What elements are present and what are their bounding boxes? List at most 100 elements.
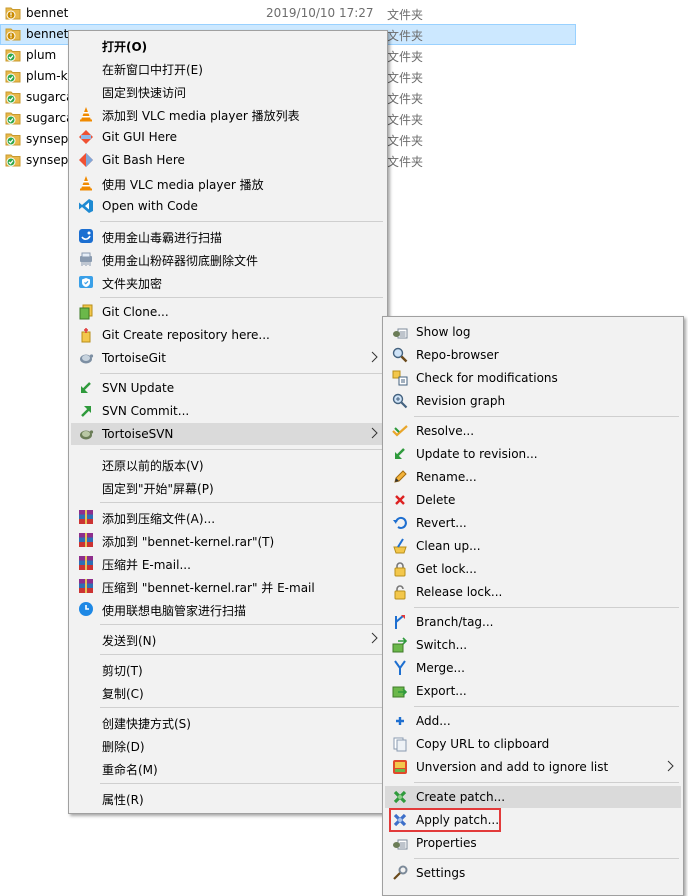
menu-item-properties[interactable]: 属性(R) — [71, 787, 385, 809]
file-type: 文件夹 — [387, 155, 424, 169]
menu-item-add[interactable]: Add... — [385, 710, 681, 732]
menu-item-check-modifications[interactable]: Check for modifications — [385, 367, 681, 389]
menu-item-create-patch[interactable]: Create patch... — [385, 786, 681, 808]
menu-item-label: 使用金山粉碎器彻底删除文件 — [102, 254, 259, 268]
menu-item-compress-rar-email[interactable]: 压缩到 "bennet-kernel.rar" 并 E-mail — [71, 575, 385, 597]
menu-item-label: Clean up... — [416, 539, 481, 553]
branch-tag-icon — [395, 615, 405, 629]
menu-item-label: 创建快捷方式(S) — [102, 717, 191, 731]
menu-item-lenovo-scan[interactable]: 使用联想电脑管家进行扫描 — [71, 598, 385, 620]
menu-item-label: 复制(C) — [102, 687, 144, 701]
menu-item-label: Show log — [416, 325, 471, 339]
menu-item-settings[interactable]: Settings — [385, 862, 681, 884]
winrar-icon — [79, 533, 93, 547]
menu-item-vlc-play[interactable]: 使用 VLC media player 播放 — [71, 172, 385, 194]
menu-item-label: 删除(D) — [102, 740, 145, 754]
switch-icon — [392, 637, 408, 653]
menu-item-restore-versions[interactable]: 还原以前的版本(V) — [71, 453, 385, 475]
menu-item-label: Open with Code — [102, 199, 198, 213]
menu-item-branch-tag[interactable]: Branch/tag... — [385, 611, 681, 633]
menu-item-revision-graph[interactable]: Revision graph — [385, 390, 681, 412]
menu-item-pin-quick-access[interactable]: 固定到快速访问 — [71, 80, 385, 102]
menu-item-rename[interactable]: Rename... — [385, 466, 681, 488]
menu-item-copy[interactable]: 复制(C) — [71, 681, 385, 703]
menu-item-rename[interactable]: 重命名(M) — [71, 757, 385, 779]
menu-item-label: Copy URL to clipboard — [416, 737, 550, 751]
menu-item-add-archive[interactable]: 添加到压缩文件(A)... — [71, 506, 385, 528]
menu-item-label: Get lock... — [416, 562, 477, 576]
menu-item-clean-up[interactable]: Clean up... — [385, 535, 681, 557]
file-row[interactable]: bennet 2019/10/10 17:27 文件夹 — [0, 3, 576, 24]
file-type: 文件夹 — [387, 50, 424, 64]
menu-item-delete[interactable]: 删除(D) — [71, 734, 385, 756]
menu-item-shredder[interactable]: 使用金山粉碎器彻底删除文件 — [71, 248, 385, 270]
menu-item-label: Check for modifications — [416, 371, 558, 385]
menu-item-merge[interactable]: Merge... — [385, 657, 681, 679]
cleanup-icon — [393, 538, 407, 554]
svn-commit-icon — [81, 406, 91, 417]
menu-item-git-bash[interactable]: Git Bash Here — [71, 149, 385, 171]
create-patch-icon — [393, 790, 407, 804]
menu-item-tortoisesvn[interactable]: TortoiseSVN — [71, 423, 385, 445]
winrar-icon — [79, 556, 93, 570]
folder-warning-icon — [5, 28, 21, 41]
menu-item-show-log[interactable]: Show log — [385, 321, 681, 343]
menu-item-revert[interactable]: Revert... — [385, 512, 681, 534]
shredder-icon — [80, 252, 92, 266]
menu-item-git-clone[interactable]: Git Clone... — [71, 301, 385, 323]
menu-item-send-to[interactable]: 发送到(N) — [71, 628, 385, 650]
menu-item-add-to-rar[interactable]: 添加到 "bennet-kernel.rar"(T) — [71, 529, 385, 551]
winrar-icon — [79, 510, 93, 524]
get-lock-icon — [394, 562, 406, 577]
menu-item-export[interactable]: Export... — [385, 680, 681, 702]
add-icon — [396, 717, 404, 725]
menu-item-unversion-ignore[interactable]: Unversion and add to ignore list — [385, 756, 681, 778]
file-type: 文件夹 — [387, 71, 424, 85]
menu-item-open[interactable]: 打开(O) — [71, 34, 385, 56]
file-type: 文件夹 — [387, 92, 424, 106]
menu-item-svn-update[interactable]: SVN Update — [71, 377, 385, 399]
menu-item-release-lock[interactable]: Release lock... — [385, 581, 681, 603]
menu-item-git-create-repo[interactable]: Git Create repository here... — [71, 324, 385, 346]
menu-item-label: Create patch... — [416, 790, 506, 804]
menu-item-kingsoft-scan[interactable]: 使用金山毒霸进行扫描 — [71, 225, 385, 247]
menu-item-svn-commit[interactable]: SVN Commit... — [71, 400, 385, 422]
menu-item-open-with-code[interactable]: Open with Code — [71, 195, 385, 217]
menu-item-git-gui[interactable]: Git GUI Here — [71, 126, 385, 148]
menu-item-repo-browser[interactable]: Repo-browser — [385, 344, 681, 366]
menu-item-label: Git GUI Here — [102, 130, 178, 144]
menu-item-create-shortcut[interactable]: 创建快捷方式(S) — [71, 711, 385, 733]
menu-item-delete[interactable]: Delete — [385, 489, 681, 511]
menu-item-update-to-revision[interactable]: Update to revision... — [385, 443, 681, 465]
menu-item-open-new-window[interactable]: 在新窗口中打开(E) — [71, 57, 385, 79]
menu-item-compress-email[interactable]: 压缩并 E-mail... — [71, 552, 385, 574]
menu-separator — [100, 502, 383, 503]
menu-item-label: 固定到快速访问 — [102, 86, 187, 100]
menu-item-label: Switch... — [416, 638, 468, 652]
file-type: 文件夹 — [387, 134, 424, 148]
menu-item-label: 文件夹加密 — [102, 277, 163, 291]
menu-item-get-lock[interactable]: Get lock... — [385, 558, 681, 580]
menu-item-label: Unversion and add to ignore list — [416, 760, 609, 774]
menu-item-label: 重命名(M) — [102, 763, 158, 777]
menu-item-resolve[interactable]: Resolve... — [385, 420, 681, 442]
menu-separator — [100, 297, 383, 298]
menu-item-tortoisegit[interactable]: TortoiseGit — [71, 347, 385, 369]
revert-icon — [393, 516, 407, 529]
menu-item-pin-start[interactable]: 固定到"开始"屏幕(P) — [71, 476, 385, 498]
menu-item-label: 剪切(T) — [102, 664, 143, 678]
menu-item-switch[interactable]: Switch... — [385, 634, 681, 656]
folder-ok-icon — [5, 133, 21, 146]
menu-item-label: Git Create repository here... — [102, 328, 270, 342]
menu-item-label: SVN Commit... — [102, 404, 190, 418]
menu-item-properties[interactable]: Properties — [385, 832, 681, 854]
menu-item-label: Export... — [416, 684, 467, 698]
git-bash-icon — [79, 153, 93, 167]
menu-item-vlc-add-playlist[interactable]: 添加到 VLC media player 播放列表 — [71, 103, 385, 125]
menu-item-folder-encrypt[interactable]: 文件夹加密 — [71, 271, 385, 293]
copy-url-icon — [393, 737, 407, 752]
menu-item-copy-url[interactable]: Copy URL to clipboard — [385, 733, 681, 755]
git-create-repo-icon — [81, 328, 91, 343]
menu-item-cut[interactable]: 剪切(T) — [71, 658, 385, 680]
menu-item-label: 在新窗口中打开(E) — [102, 63, 203, 77]
